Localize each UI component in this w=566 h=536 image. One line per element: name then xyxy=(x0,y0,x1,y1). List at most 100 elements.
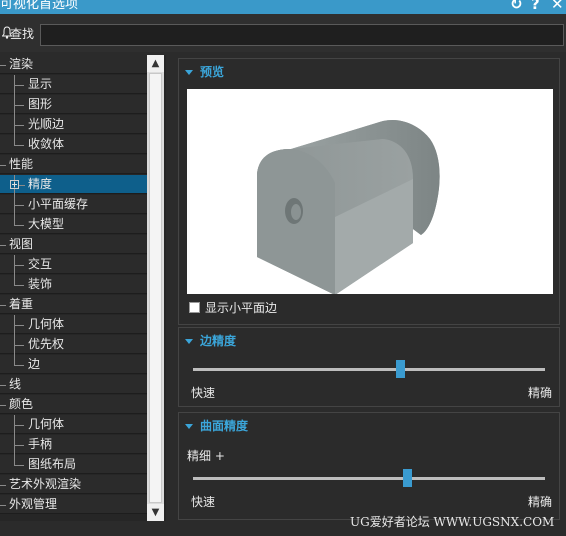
tree-item-label: 光顺边 xyxy=(28,117,65,131)
tree-item-label: 几何体 xyxy=(28,417,65,431)
tree-connector xyxy=(0,65,6,66)
scroll-down-icon[interactable]: ▼ xyxy=(147,504,164,521)
edge-precision-panel: 边精度 快速 精确 xyxy=(178,327,560,407)
tree-connector xyxy=(14,345,24,346)
preview-title: 预览 xyxy=(200,65,225,79)
surface-precision-precise-label: 精确 xyxy=(527,495,552,509)
preview-viewport[interactable] xyxy=(187,89,553,295)
surface-precision-slider-track[interactable] xyxy=(193,477,545,480)
tree-connector xyxy=(14,285,24,286)
help-icon[interactable]: ? xyxy=(531,0,540,13)
tree-connector xyxy=(0,385,6,386)
edge-precision-title: 边精度 xyxy=(200,334,237,348)
edge-precision-slider-thumb[interactable] xyxy=(396,360,406,378)
tree-connector xyxy=(0,165,6,166)
tree-item[interactable]: 手柄 xyxy=(0,435,147,455)
surface-precision-header[interactable]: 曲面精度 xyxy=(185,417,248,434)
tree-item-label: 艺术外观渲染 xyxy=(9,477,82,491)
tree-connector xyxy=(14,465,24,466)
tree-item-label: 大模型 xyxy=(28,217,65,231)
tree-item-label: 线 xyxy=(9,377,22,391)
tree-connector xyxy=(0,405,6,406)
tree-item-label: 图纸布局 xyxy=(28,457,77,471)
tree-item[interactable]: 大模型 xyxy=(0,215,147,234)
find-label: 查找 xyxy=(10,27,35,41)
tree-item[interactable]: 图形 xyxy=(0,95,147,115)
watermark-text: UG爱好者论坛 WWW.UGSNX.COM xyxy=(350,515,555,529)
tree-item[interactable]: 着重 xyxy=(0,295,147,314)
window-title: 可视化首选项 xyxy=(0,0,79,12)
edge-precision-header[interactable]: 边精度 xyxy=(185,332,236,349)
tree-item[interactable]: 性能 xyxy=(0,155,147,174)
tree-item[interactable]: 显示 xyxy=(0,75,147,95)
tree-item-label: 手柄 xyxy=(28,437,53,451)
tree-item[interactable]: 艺术外观渲染 xyxy=(0,475,147,494)
tree-item-label: 性能 xyxy=(9,157,34,171)
show-facet-edges-checkbox[interactable] xyxy=(189,302,200,313)
tree-item-label: 颜色 xyxy=(9,397,34,411)
tree-item[interactable]: 边 xyxy=(0,355,147,374)
preview-panel: 预览 显示小平面边 xyxy=(178,58,560,325)
tree-item[interactable]: 视图 xyxy=(0,235,147,254)
collapse-triangle-icon xyxy=(185,70,193,75)
find-bar: 查找 xyxy=(0,14,566,52)
tree-connector xyxy=(14,365,24,366)
surface-precision-sub-label: 精细 + xyxy=(187,449,225,463)
surface-precision-fast-label: 快速 xyxy=(191,495,216,509)
tree-item[interactable]: 装饰 xyxy=(0,275,147,294)
show-facet-edges-row[interactable]: 显示小平面边 xyxy=(189,299,277,316)
tree-item[interactable]: 精度 xyxy=(0,175,147,195)
tree-item-label: 边 xyxy=(28,357,41,371)
edge-precision-slider-track[interactable] xyxy=(193,368,545,371)
search-input[interactable] xyxy=(40,24,564,46)
collapse-triangle-icon xyxy=(185,424,193,429)
tree-item[interactable]: 线 xyxy=(0,375,147,394)
expand-plus-icon[interactable] xyxy=(10,180,19,189)
model-preview-image xyxy=(257,119,440,295)
tree-item[interactable]: 几何体 xyxy=(0,315,147,335)
edge-precision-fast-label: 快速 xyxy=(191,386,216,400)
tree-item-label: 小平面缓存 xyxy=(28,197,89,211)
tree-item[interactable]: 收敛体 xyxy=(0,135,147,154)
reset-icon[interactable]: ↻ xyxy=(510,0,523,13)
tree-item-label: 优先权 xyxy=(28,337,65,351)
tree-item-label: 显示 xyxy=(28,77,53,91)
tree-item-label: 交互 xyxy=(28,257,53,271)
tree-item[interactable]: 光顺边 xyxy=(0,115,147,135)
tree-scrollbar[interactable]: ▲ ▼ xyxy=(147,55,164,521)
tree-connector xyxy=(14,225,24,226)
close-icon[interactable]: ✕ xyxy=(551,0,564,13)
edge-precision-precise-label: 精确 xyxy=(527,386,552,400)
tree-item[interactable]: 渲染 xyxy=(0,55,147,74)
tree-connector xyxy=(0,485,6,486)
tree-connector xyxy=(14,445,24,446)
surface-precision-slider-thumb[interactable] xyxy=(403,469,413,487)
tree-item[interactable]: 图纸布局 xyxy=(0,455,147,474)
tree-item-label: 装饰 xyxy=(28,277,53,291)
tree-item[interactable]: 外观管理 xyxy=(0,495,147,514)
tree-item-label: 几何体 xyxy=(28,317,65,331)
tree-connector xyxy=(14,85,24,86)
tree-connector xyxy=(19,185,25,186)
tree-item-label: 渲染 xyxy=(9,57,34,71)
collapse-triangle-icon xyxy=(185,339,193,344)
tree-item[interactable]: 小平面缓存 xyxy=(0,195,147,215)
tree-connector xyxy=(14,425,24,426)
tree-item[interactable]: 颜色 xyxy=(0,395,147,414)
surface-precision-panel: 曲面精度 精细 + 快速 精确 xyxy=(178,412,560,520)
tree-item[interactable]: 优先权 xyxy=(0,335,147,355)
tree-connector xyxy=(14,145,24,146)
tree-item[interactable]: 交互 xyxy=(0,255,147,275)
scroll-up-icon[interactable]: ▲ xyxy=(147,55,164,72)
tree-connector xyxy=(14,265,24,266)
tree-connector xyxy=(14,325,24,326)
preview-header[interactable]: 预览 xyxy=(185,63,224,80)
tree-connector xyxy=(14,125,24,126)
tree-item[interactable]: 几何体 xyxy=(0,415,147,435)
show-facet-edges-label: 显示小平面边 xyxy=(205,301,278,315)
tree-item-label: 外观管理 xyxy=(9,497,58,511)
scroll-thumb[interactable] xyxy=(149,73,162,503)
tree-item-label: 图形 xyxy=(28,97,53,111)
preference-tree: 渲染 显示 图形 光顺边 收敛体 性能 精度 小平面缓存 大模型 视图 交互 装饰 着重 几何体 优先权边线… xyxy=(0,55,166,521)
surface-precision-title: 曲面精度 xyxy=(200,419,249,433)
